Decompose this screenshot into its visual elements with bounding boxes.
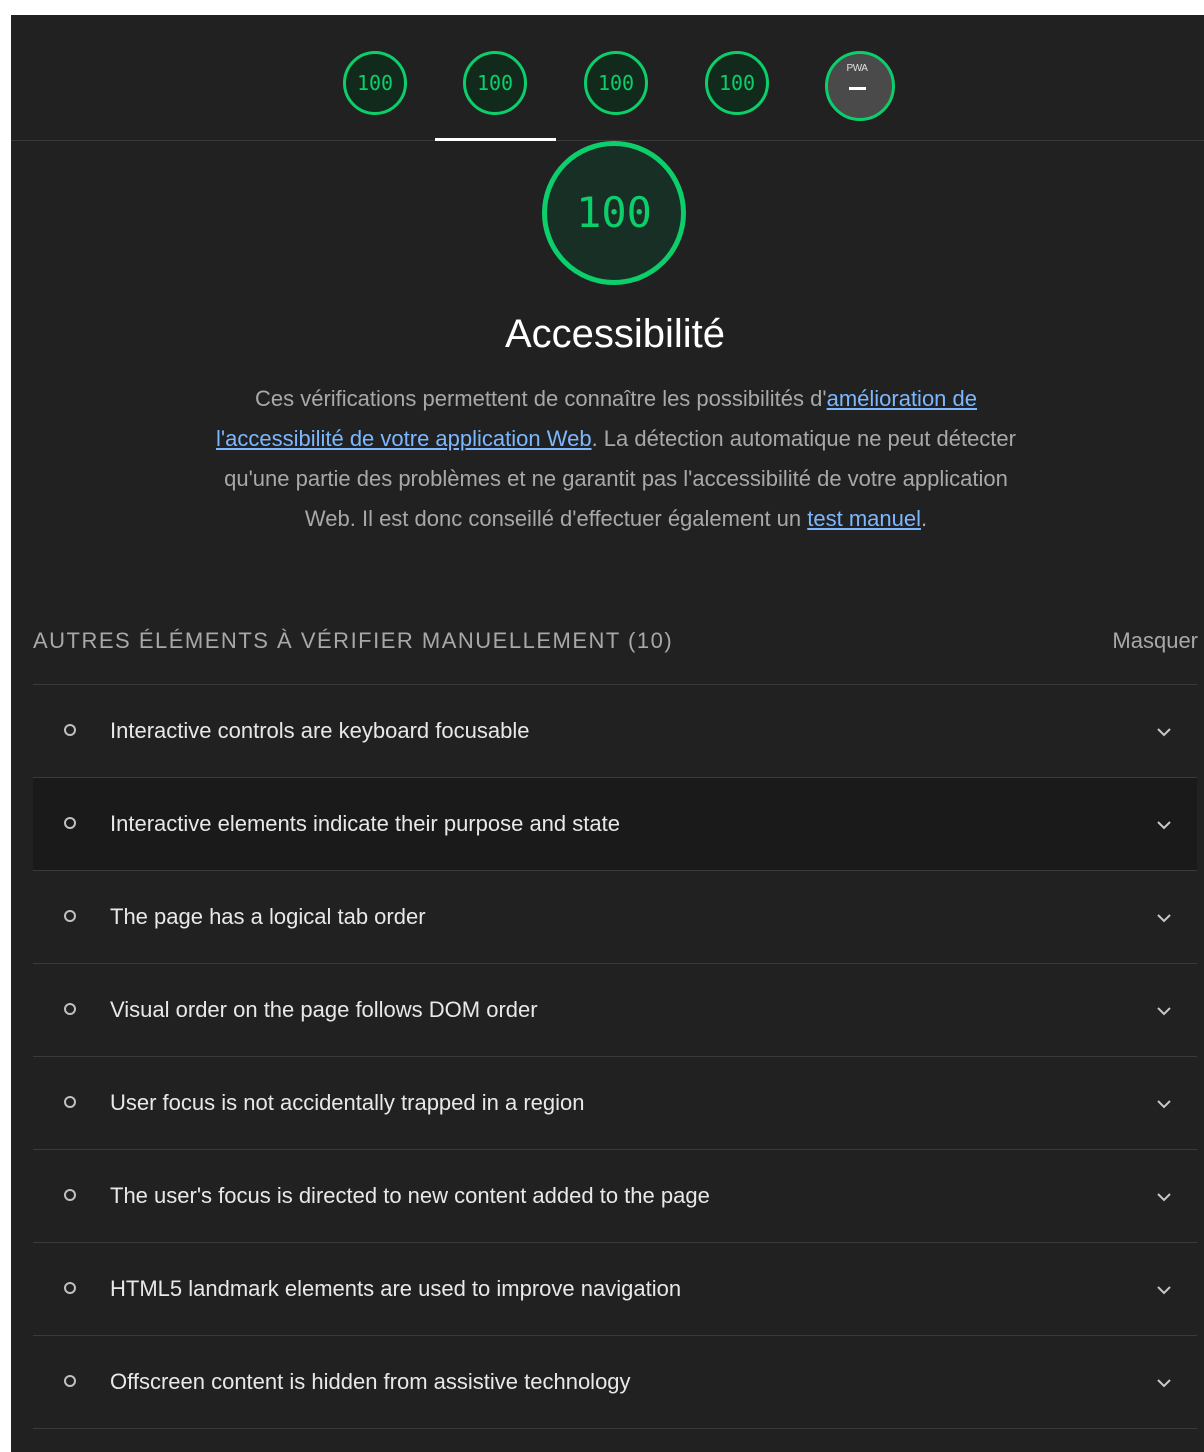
- hide-group-button[interactable]: Masquer: [1112, 621, 1198, 661]
- manual-audits-group-title: AUTRES ÉLÉMENTS À VÉRIFIER MANUELLEMENT …: [33, 628, 674, 653]
- pwa-label: PWA: [846, 63, 868, 74]
- description-text: .: [920, 506, 928, 531]
- gauge-score: 100: [597, 71, 635, 95]
- audit-title: User focus is not accidentally trapped i…: [110, 1090, 585, 1115]
- audit-row[interactable]: Interactive elements indicate their purp…: [33, 778, 1197, 871]
- manual-status-icon: [64, 1375, 76, 1387]
- audit-row[interactable]: HTML5 landmark elements are used to impr…: [33, 1243, 1197, 1336]
- category-description: Ces vérifications permettent de connaîtr…: [216, 379, 1016, 539]
- gauge-seo[interactable]: 100: [705, 51, 769, 115]
- gauge-performance[interactable]: 100: [343, 51, 407, 115]
- chevron-down-icon: [1157, 914, 1171, 923]
- category-score-gauge: 100: [542, 141, 686, 285]
- audit-title: Interactive controls are keyboard focusa…: [110, 718, 530, 743]
- category-score: 100: [576, 188, 652, 237]
- audit-title: Visual order on the page follows DOM ord…: [110, 997, 538, 1022]
- gauge-score: 100: [718, 71, 756, 95]
- gauge-best-practices[interactable]: 100: [584, 51, 648, 115]
- chevron-down-icon: [1157, 821, 1171, 830]
- gauge-score: 100: [476, 71, 514, 95]
- manual-status-icon: [64, 724, 76, 736]
- chevron-down-icon: [1157, 1007, 1171, 1016]
- manual-status-icon: [64, 1096, 76, 1108]
- manual-status-icon: [64, 817, 76, 829]
- audit-row[interactable]: Interactive controls are keyboard focusa…: [33, 685, 1197, 778]
- chevron-down-icon: [1157, 1100, 1171, 1109]
- gauge-accessibility[interactable]: 100: [463, 51, 527, 115]
- active-tab-indicator: [435, 138, 556, 141]
- manual-status-icon: [64, 1003, 76, 1015]
- manual-status-icon: [64, 910, 76, 922]
- manual-status-icon: [64, 1189, 76, 1201]
- audit-title: The user's focus is directed to new cont…: [110, 1183, 710, 1208]
- audit-row[interactable]: The user's focus is directed to new cont…: [33, 1150, 1197, 1243]
- audit-row[interactable]: Visual order on the page follows DOM ord…: [33, 964, 1197, 1057]
- gauge-pwa[interactable]: PWA: [825, 51, 895, 121]
- audit-title: Interactive elements indicate their purp…: [110, 811, 620, 836]
- lighthouse-report: 100 100 100 100 PWA 100 Accessibilité Ce…: [11, 15, 1204, 1452]
- chevron-down-icon: [1157, 1193, 1171, 1202]
- chevron-down-icon: [1157, 728, 1171, 737]
- score-gauges-bar: 100 100 100 100 PWA: [11, 15, 1204, 141]
- description-text: Ces vérifications permettent de connaîtr…: [254, 386, 827, 411]
- audit-row[interactable]: Offscreen content is hidden from assisti…: [33, 1336, 1197, 1429]
- pwa-badge-icon: [825, 51, 895, 121]
- audit-title: HTML5 landmark elements are used to impr…: [110, 1276, 682, 1301]
- audit-row[interactable]: The page has a logical tab order: [33, 871, 1197, 964]
- chevron-down-icon: [1157, 1379, 1171, 1388]
- category-title: Accessibilité: [504, 312, 726, 356]
- chevron-down-icon: [1157, 1286, 1171, 1295]
- gauge-score: 100: [356, 71, 394, 95]
- audit-title: The page has a logical tab order: [110, 904, 426, 929]
- manual-test-link[interactable]: test manuel: [807, 506, 921, 531]
- audit-title: Offscreen content is hidden from assisti…: [110, 1369, 631, 1394]
- manual-audits-list: Interactive controls are keyboard focusa…: [33, 684, 1197, 1429]
- pwa-dash-icon: [849, 87, 866, 90]
- manual-audits-group-header: AUTRES ÉLÉMENTS À VÉRIFIER MANUELLEMENT …: [33, 621, 1198, 661]
- manual-status-icon: [64, 1282, 76, 1294]
- audit-row[interactable]: User focus is not accidentally trapped i…: [33, 1057, 1197, 1150]
